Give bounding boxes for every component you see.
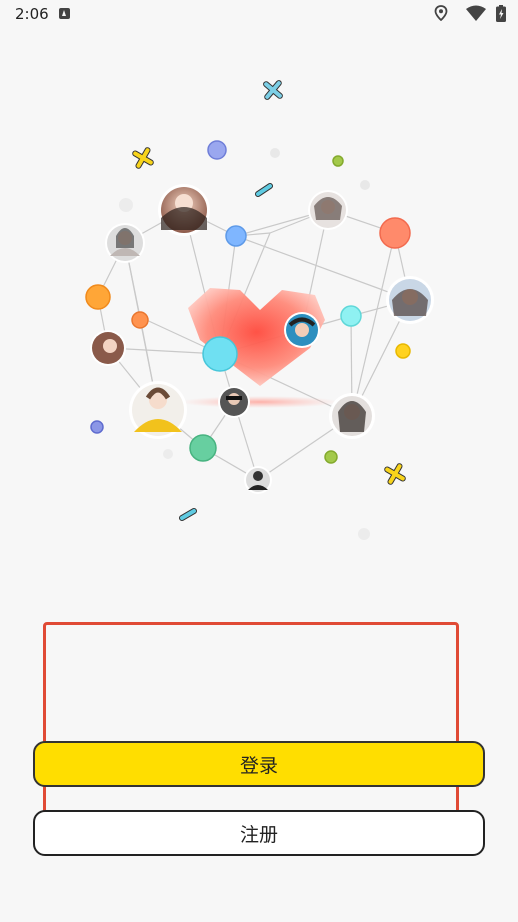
status-time: 2:06 [15,5,49,23]
location-icon [434,5,448,21]
avatar [129,381,187,439]
login-button[interactable]: 登录 [33,741,485,787]
avatar [284,312,320,348]
wifi-icon [466,5,486,21]
notification-a-icon [59,8,70,19]
avatar [90,330,126,366]
register-button[interactable]: 注册 [33,810,485,856]
network-heart-illustration [85,80,434,540]
avatar [158,184,210,236]
avatar [105,223,145,263]
avatar [218,386,250,418]
login-button-label: 登录 [239,754,278,777]
battery-charging-icon [496,5,506,22]
status-bar: 2:06 [0,0,518,28]
avatar [386,276,434,324]
register-button-label: 注册 [239,823,278,846]
avatar [329,393,375,439]
avatar [244,466,272,494]
avatar [308,190,348,230]
heart-shadow [180,396,340,408]
